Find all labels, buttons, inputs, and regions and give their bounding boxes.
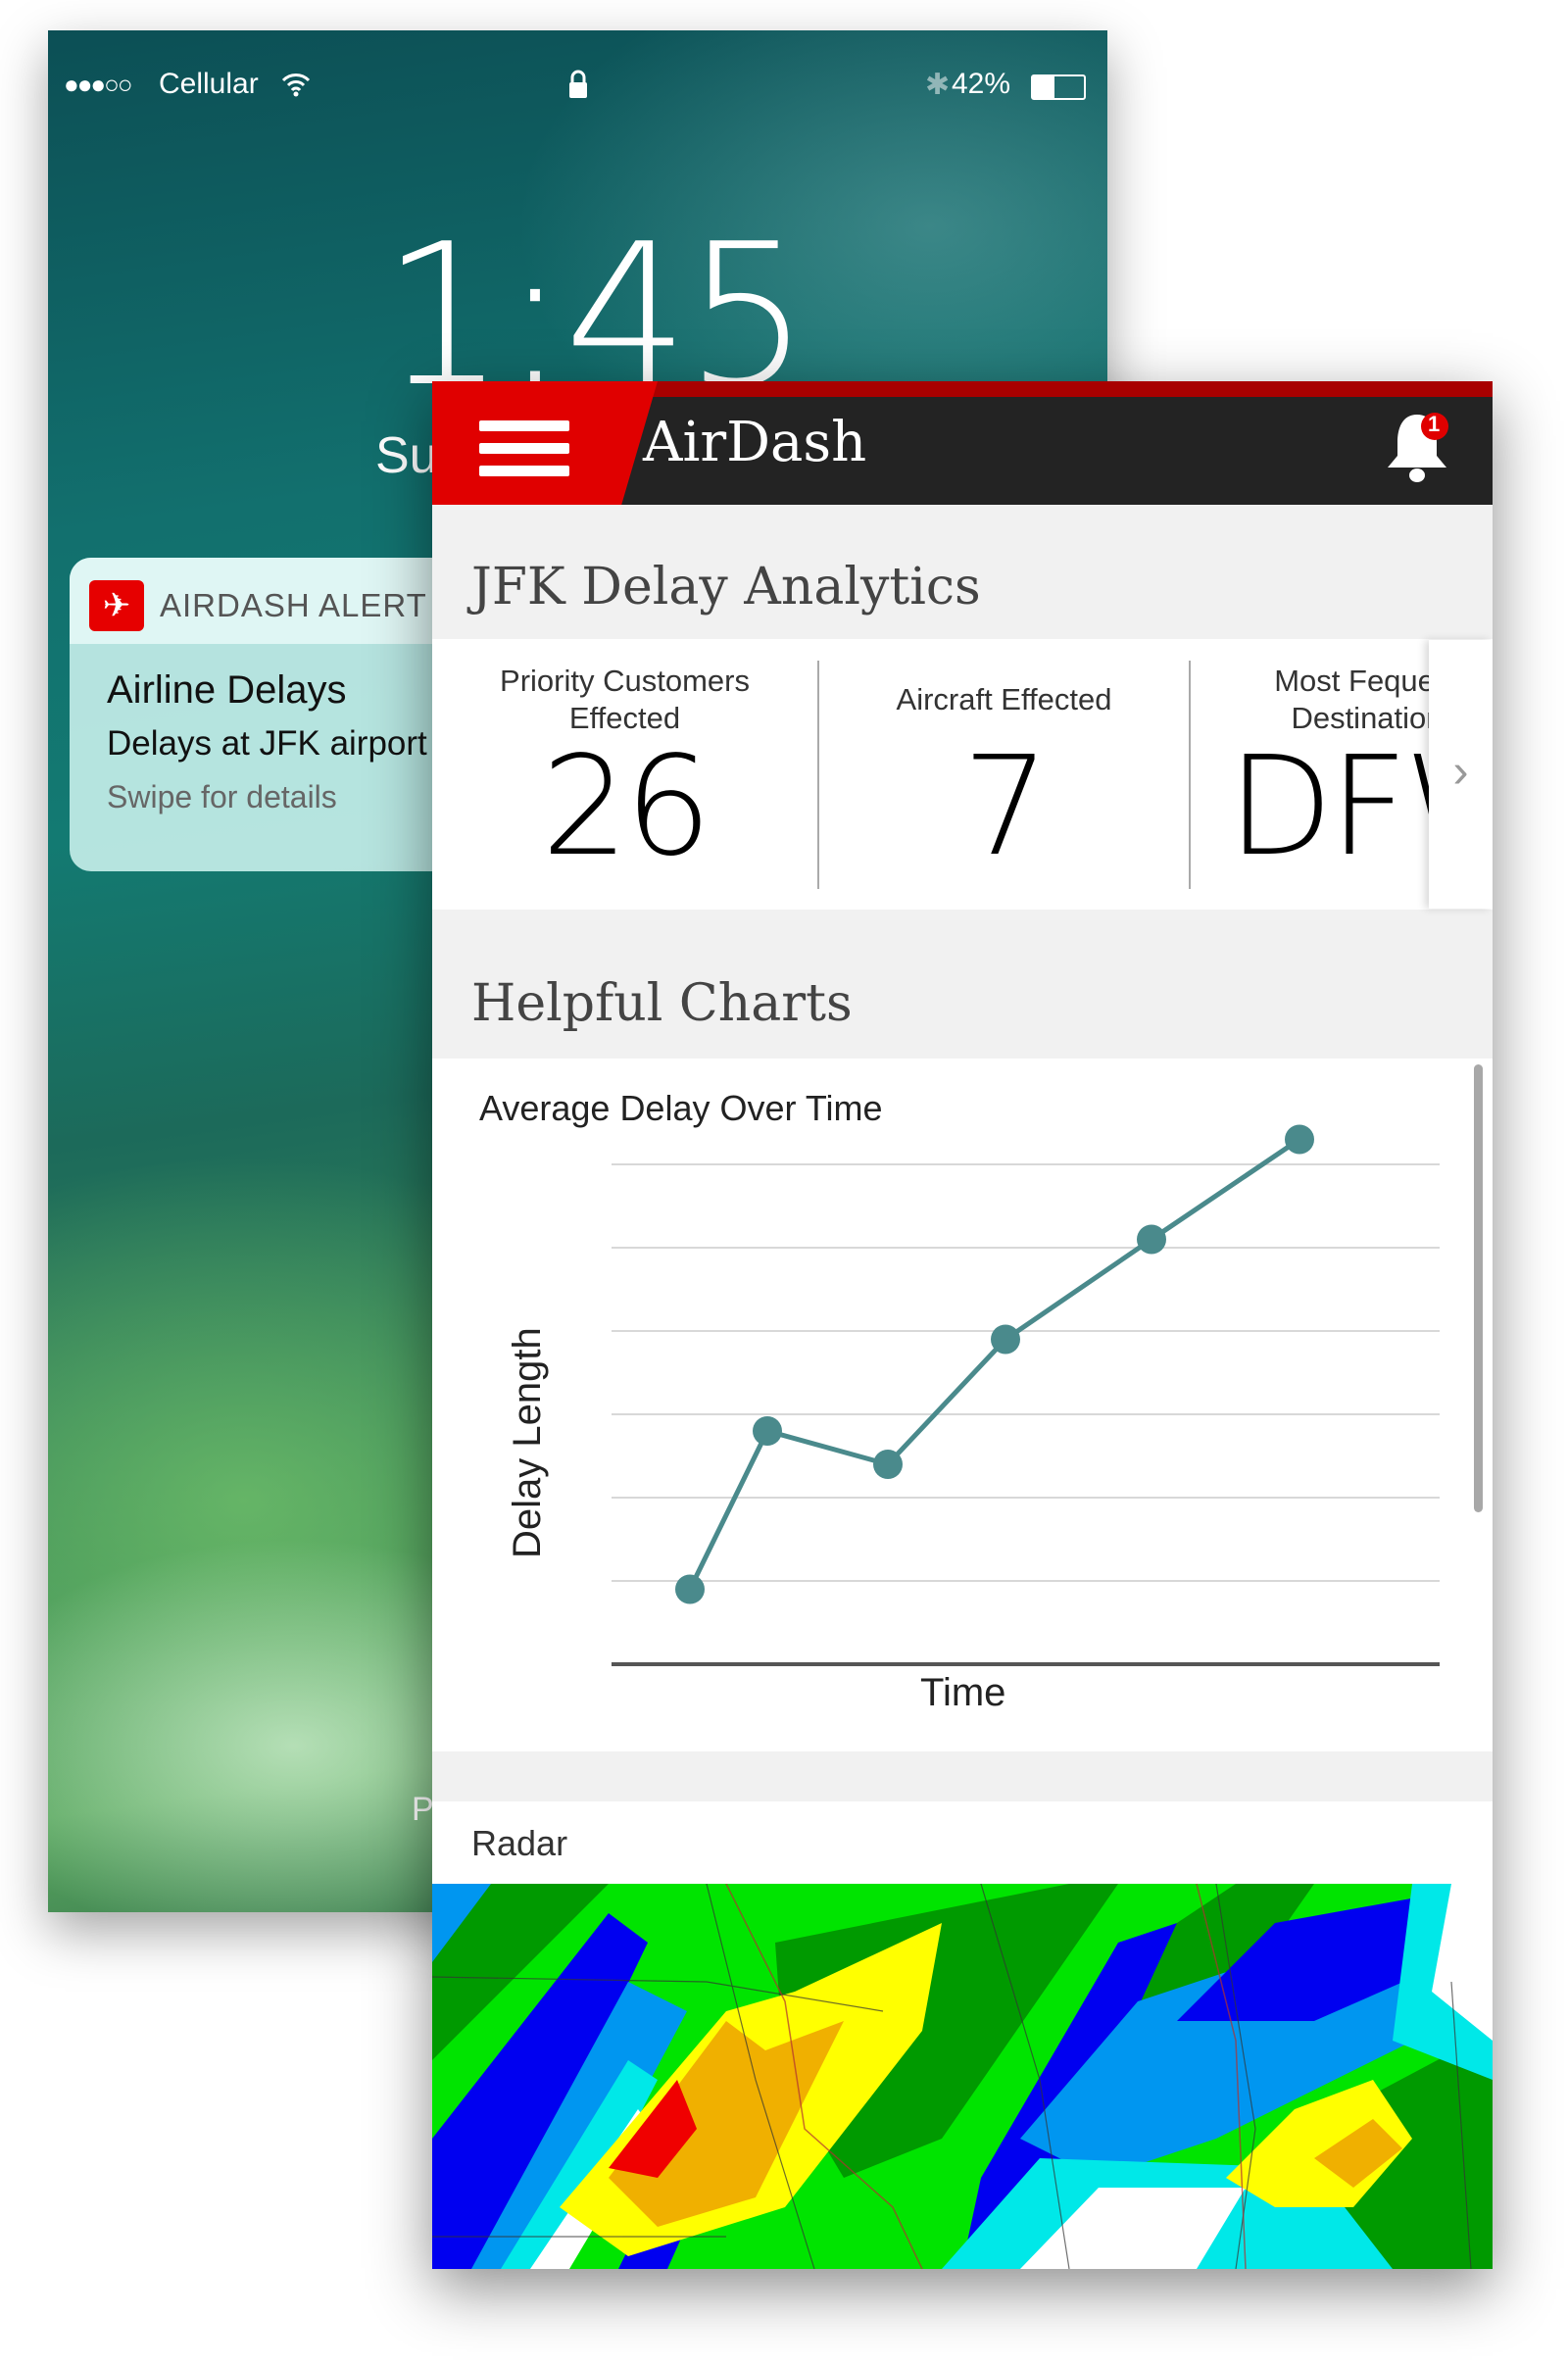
radar-map-image — [432, 1884, 1493, 2269]
signal-strength-icon: ●●●○○ — [64, 70, 133, 99]
radar-title: Radar — [471, 1823, 568, 1863]
bell-icon — [1388, 413, 1448, 482]
lock-icon — [569, 70, 587, 98]
data-point — [991, 1324, 1020, 1355]
app-title: AirDash — [643, 411, 867, 474]
stat-destination: Most Fequent Destination DFW — [1191, 639, 1446, 910]
lock-date: Su — [375, 427, 438, 484]
stats-carousel[interactable]: Priority Customers Effected 26 Aircraft … — [432, 639, 1493, 910]
bluetooth-icon: ✱ — [925, 69, 951, 101]
stat-value: 26 — [541, 727, 711, 887]
chevron-right-icon: › — [1452, 746, 1469, 798]
data-point — [1285, 1124, 1314, 1155]
airplane-icon: ✈ — [89, 580, 144, 631]
section-title-analytics: JFK Delay Analytics — [471, 558, 981, 616]
series-line — [687, 1137, 1301, 1591]
battery-percent: 42% — [952, 68, 1011, 100]
stat-value: 7 — [961, 727, 1050, 887]
stat-priority-customers: Priority Customers Effected 26 — [432, 639, 817, 910]
data-point — [1137, 1224, 1166, 1255]
section-title-charts: Helpful Charts — [471, 974, 853, 1033]
data-point — [873, 1450, 903, 1479]
battery-fill — [1033, 76, 1054, 98]
notification-title: Airline Delays — [107, 668, 347, 712]
notification-body: Delays at JFK airport — [107, 724, 427, 763]
radar-card: Radar — [432, 1801, 1493, 2269]
notification-app-name: AIRDASH ALERT — [160, 587, 427, 623]
notifications-button[interactable]: 1 — [1378, 409, 1456, 487]
data-point — [753, 1416, 782, 1446]
notification-count: 1 — [1428, 412, 1441, 436]
unlock-hint: P — [412, 1791, 434, 1828]
x-axis-label: Time — [920, 1671, 1006, 1714]
stat-value: DFW — [1227, 727, 1446, 887]
carrier-label: Cellular — [159, 68, 259, 100]
data-point — [675, 1574, 705, 1604]
airdash-app: AirDash 1 JFK Delay Analytics Priority C… — [432, 381, 1493, 2269]
stat-aircraft: Aircraft Effected 7 — [819, 639, 1189, 910]
battery-icon — [1031, 74, 1086, 100]
line-chart — [612, 1124, 1440, 1666]
menu-button[interactable] — [432, 381, 658, 505]
scrollbar[interactable] — [1474, 1064, 1483, 1512]
notification-hint: Swipe for details — [107, 779, 337, 814]
next-stat-button[interactable]: › — [1429, 640, 1493, 909]
wifi-icon — [281, 74, 311, 97]
delay-chart-card: Average Delay Over Time Delay Length Tim… — [432, 1059, 1493, 1751]
